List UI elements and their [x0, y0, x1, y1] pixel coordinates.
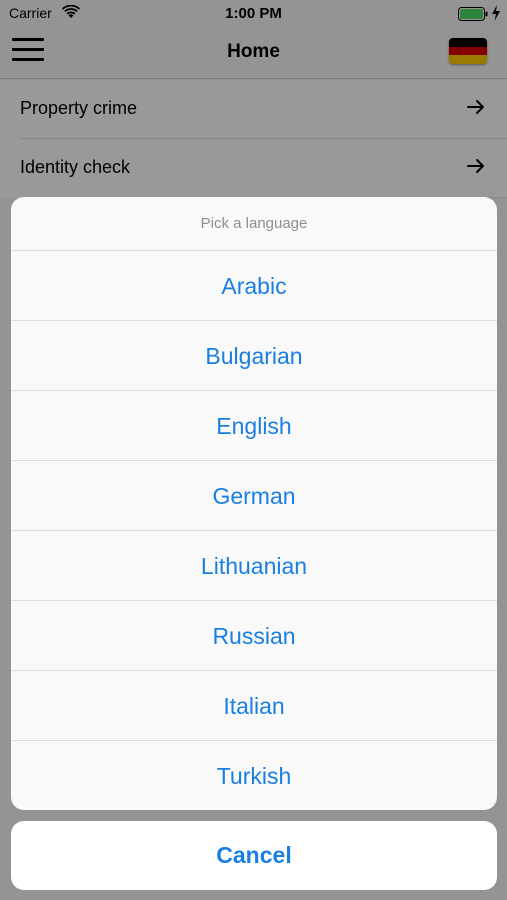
language-option-russian[interactable]: Russian [11, 601, 497, 671]
language-option-italian[interactable]: Italian [11, 671, 497, 741]
language-option-english[interactable]: English [11, 391, 497, 461]
language-option-german[interactable]: German [11, 461, 497, 531]
cancel-button[interactable]: Cancel [11, 821, 497, 890]
language-action-sheet: Pick a language Arabic Bulgarian English… [11, 197, 497, 810]
language-option-turkish[interactable]: Turkish [11, 741, 497, 810]
language-option-arabic[interactable]: Arabic [11, 251, 497, 321]
language-option-lithuanian[interactable]: Lithuanian [11, 531, 497, 601]
screen: Carrier 1:00 PM Home Property crime Iden… [0, 0, 507, 900]
sheet-title: Pick a language [11, 197, 497, 251]
language-option-bulgarian[interactable]: Bulgarian [11, 321, 497, 391]
